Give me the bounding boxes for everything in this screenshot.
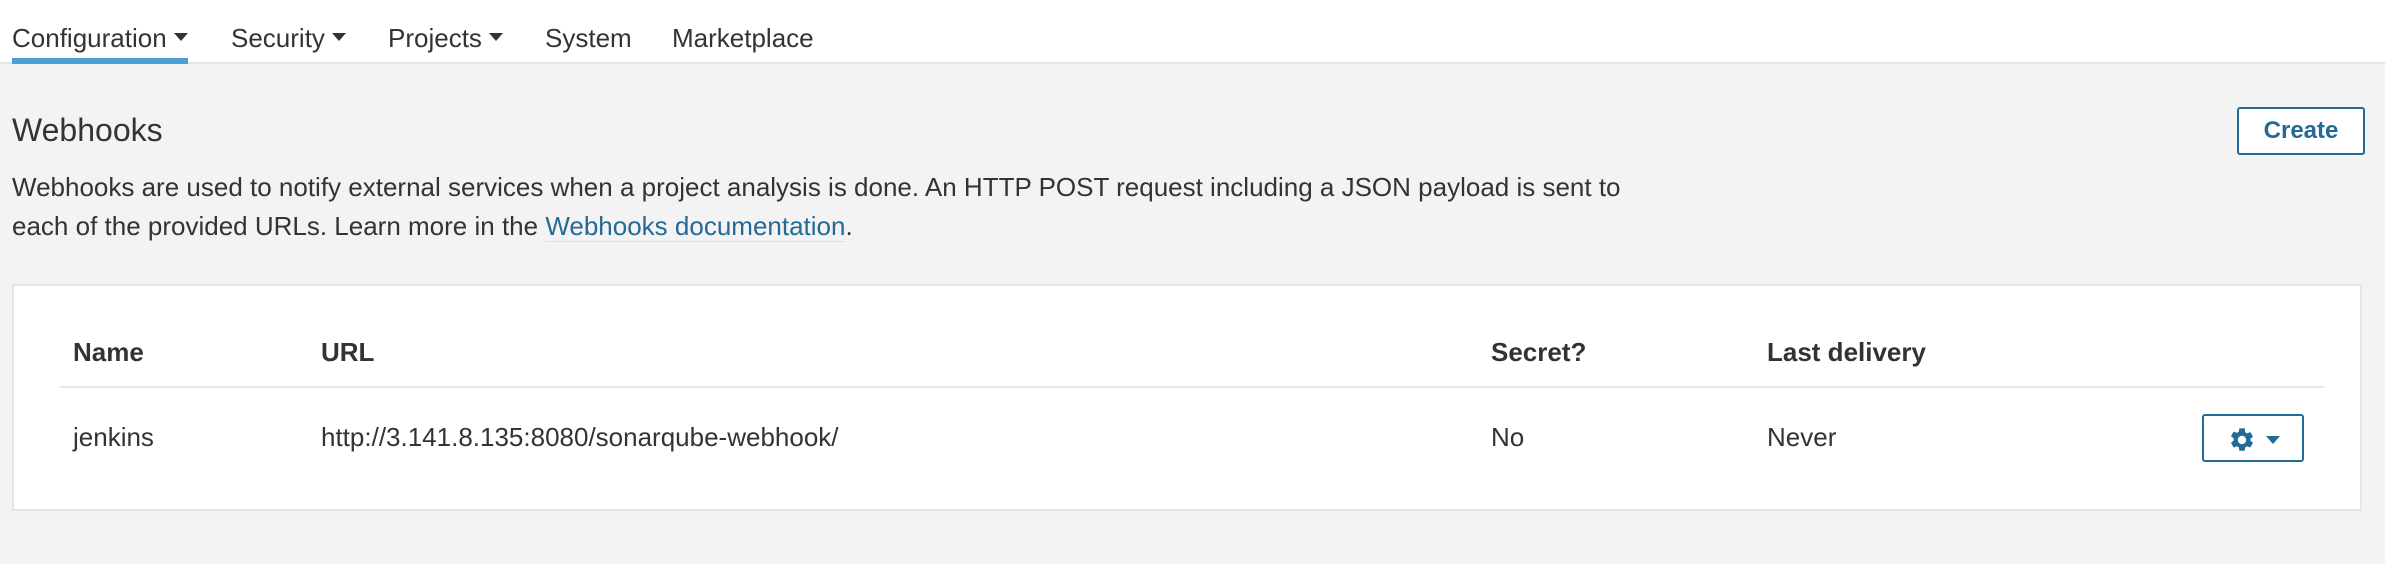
table-header-divider <box>60 386 2324 388</box>
tab-security-label: Security <box>231 23 325 53</box>
page-description: Webhooks are used to notify external ser… <box>12 168 1652 246</box>
page-title: Webhooks <box>12 112 163 148</box>
webhooks-documentation-link[interactable]: Webhooks documentation <box>545 211 846 242</box>
tab-projects-label: Projects <box>388 23 482 53</box>
tab-marketplace-label: Marketplace <box>672 23 814 53</box>
tab-security[interactable]: Security <box>231 20 346 64</box>
tab-configuration-label: Configuration <box>12 23 167 53</box>
create-button[interactable]: Create <box>2237 107 2365 155</box>
webhook-last-delivery: Never <box>1767 422 1837 452</box>
caret-down-icon <box>331 33 346 42</box>
tab-marketplace[interactable]: Marketplace <box>672 20 814 64</box>
webhook-url: http://3.141.8.135:8080/sonarqube-webhoo… <box>321 422 839 452</box>
tab-system[interactable]: System <box>545 20 632 64</box>
tab-configuration[interactable]: Configuration <box>12 20 188 64</box>
description-end: . <box>845 211 853 241</box>
webhook-actions-button[interactable] <box>2202 414 2304 462</box>
column-header-name: Name <box>73 337 144 367</box>
webhooks-table-panel <box>12 284 2362 511</box>
gear-icon <box>2231 428 2253 451</box>
tab-system-label: System <box>545 23 632 53</box>
column-header-last-delivery: Last delivery <box>1767 337 1926 367</box>
column-header-url: URL <box>321 337 375 367</box>
caret-down-icon <box>488 33 503 42</box>
tab-projects[interactable]: Projects <box>388 20 503 64</box>
column-header-secret: Secret? <box>1491 337 1587 367</box>
top-navigation: Configuration Security Projects System M… <box>0 0 2385 64</box>
caret-down-icon <box>173 33 188 42</box>
caret-down-icon <box>2266 436 2280 444</box>
webhook-name: jenkins <box>73 422 154 452</box>
webhook-secret: No <box>1491 422 1525 452</box>
